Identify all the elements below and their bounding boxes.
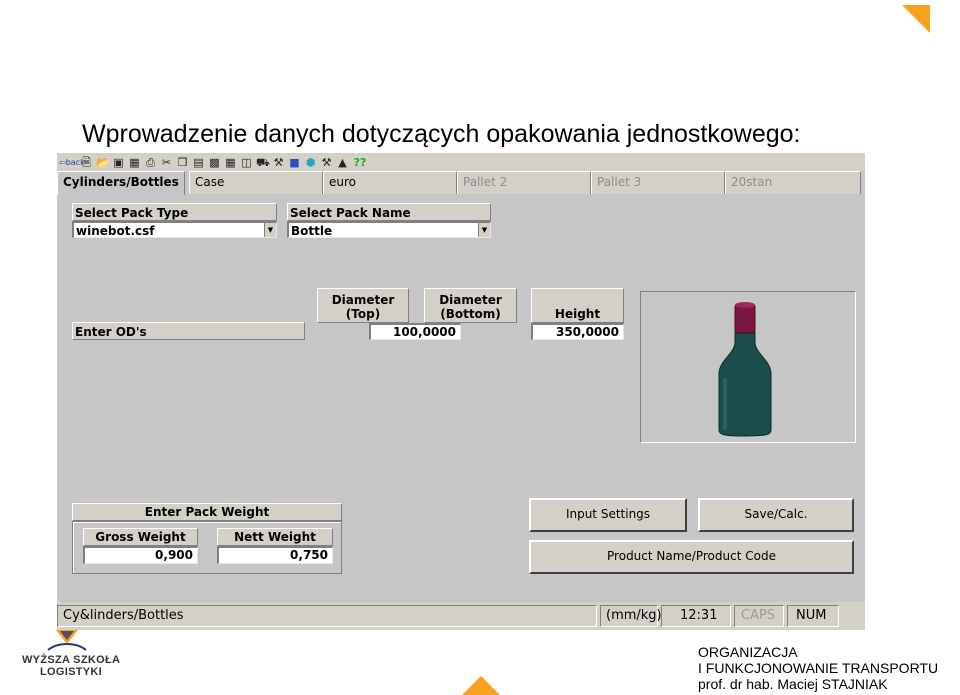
tab-case[interactable]: Case — [189, 171, 323, 194]
status-time: 12:31 — [661, 605, 731, 627]
logo-emblem-icon — [47, 630, 87, 651]
save-calc-button[interactable]: Save/Calc. — [698, 498, 854, 532]
status-units: (mm/kg) — [600, 605, 662, 627]
height-label: Height — [531, 288, 624, 323]
new-icon[interactable]: 🗎 — [80, 156, 93, 169]
tab-euro[interactable]: euro — [323, 171, 457, 194]
status-num: NUM — [787, 605, 839, 627]
height-input[interactable]: 350,0000 — [531, 323, 624, 340]
paste-icon[interactable]: ▤ — [192, 156, 205, 169]
print-icon[interactable]: ⎙ — [144, 156, 157, 169]
footer-line2: I FUNKCJONOWANIE TRANSPORTU — [698, 660, 939, 676]
logo-text-line2: LOGISTYKI — [40, 666, 102, 678]
enter-od-label: Enter OD's — [72, 322, 305, 340]
tab-pallet-3: Pallet 3 — [591, 171, 725, 194]
footer-line1: ORGANIZACJA — [698, 644, 798, 660]
diameter-top-label-line2: (Top) — [345, 307, 381, 321]
pack-type-label: Select Pack Type — [72, 203, 277, 221]
cube-icon[interactable]: ■ — [288, 156, 301, 169]
application-window: ⇦back 🗎 📂 ▣ ▦ ⎙ ✂ ❐ ▤ ▩ ▦ ◫ ⛟ ⚒ ■ ⬢ ⚒ ▲ … — [57, 153, 865, 630]
back-icon[interactable]: ⇦back — [59, 156, 85, 169]
copy-icon[interactable]: ❐ — [176, 156, 189, 169]
gross-weight-input[interactable]: 0,900 — [83, 546, 198, 564]
bottle-preview — [640, 291, 856, 443]
corner-accent-triangle — [902, 5, 930, 33]
bottle-icon[interactable]: ▲ — [336, 156, 349, 169]
chevron-down-icon[interactable]: ▼ — [264, 223, 276, 237]
pack-icon[interactable]: ▩ — [208, 156, 221, 169]
tab-cylinders-bottles[interactable]: Cylinders/Bottles — [57, 171, 185, 195]
diameter-bottom-input[interactable]: 100,0000 — [369, 323, 461, 340]
pack-type-value: winebot.csf — [76, 224, 155, 238]
tool-icon[interactable]: ⚒ — [272, 156, 285, 169]
diameter-bottom-label-line2: (Bottom) — [440, 307, 501, 321]
diameter-bottom-label-line1: Diameter — [439, 293, 502, 307]
gross-weight-label: Gross Weight — [83, 528, 198, 546]
tab-bar: Cylinders/Bottles Case euro Pallet 2 Pal… — [57, 171, 865, 195]
pack-name-select[interactable]: Bottle ▼ — [287, 221, 491, 238]
tool-icon[interactable]: ⚒ — [320, 156, 333, 169]
tab-pallet-2: Pallet 2 — [457, 171, 591, 194]
nett-weight-input[interactable]: 0,750 — [217, 546, 333, 564]
status-bar: Cy&linders/Bottles (mm/kg) 12:31 CAPS NU… — [57, 602, 865, 630]
diameter-top-label: Diameter (Top) — [317, 288, 409, 323]
chevron-down-icon[interactable]: ▼ — [478, 223, 490, 237]
logo-text-line1: WYŻSZA SZKOŁA — [22, 654, 121, 666]
open-icon[interactable]: 📂 — [96, 156, 110, 169]
help-icon[interactable]: ?? — [352, 156, 368, 169]
diameter-bottom-label: Diameter (Bottom) — [424, 288, 517, 323]
pack-name-label: Select Pack Name — [287, 203, 491, 221]
bottom-accent-triangle — [462, 676, 500, 695]
product-name-button[interactable]: Product Name/Product Code — [529, 540, 854, 574]
diameter-top-label-line1: Diameter — [331, 293, 395, 307]
calc-icon[interactable]: ▦ — [128, 156, 141, 169]
stack-icon[interactable]: ◫ — [240, 156, 253, 169]
bottle-icon — [718, 302, 772, 437]
slide-title: Wprowadzenie danych dotyczących opakowan… — [82, 120, 801, 148]
truck-icon[interactable]: ⛟ — [256, 156, 270, 169]
pack-name-value: Bottle — [291, 224, 333, 238]
input-settings-button[interactable]: Input Settings — [529, 498, 687, 532]
pallet-icon[interactable]: ▦ — [224, 156, 237, 169]
footer-line3: prof. dr hab. Maciej STAJNIAK — [698, 676, 888, 692]
toolbar: ⇦back 🗎 📂 ▣ ▦ ⎙ ✂ ❐ ▤ ▩ ▦ ◫ ⛟ ⚒ ■ ⬢ ⚒ ▲ … — [57, 153, 865, 171]
tab-20stan: 20stan — [725, 171, 861, 194]
arrange-icon[interactable]: ⬢ — [304, 156, 317, 169]
pack-weight-label: Enter Pack Weight — [72, 503, 342, 521]
pack-type-select[interactable]: winebot.csf ▼ — [72, 221, 277, 238]
nett-weight-label: Nett Weight — [217, 528, 333, 546]
status-section: Cy&linders/Bottles — [57, 605, 597, 627]
status-caps: CAPS — [734, 605, 784, 627]
scissors-icon[interactable]: ✂ — [160, 156, 173, 169]
save-icon[interactable]: ▣ — [112, 156, 125, 169]
